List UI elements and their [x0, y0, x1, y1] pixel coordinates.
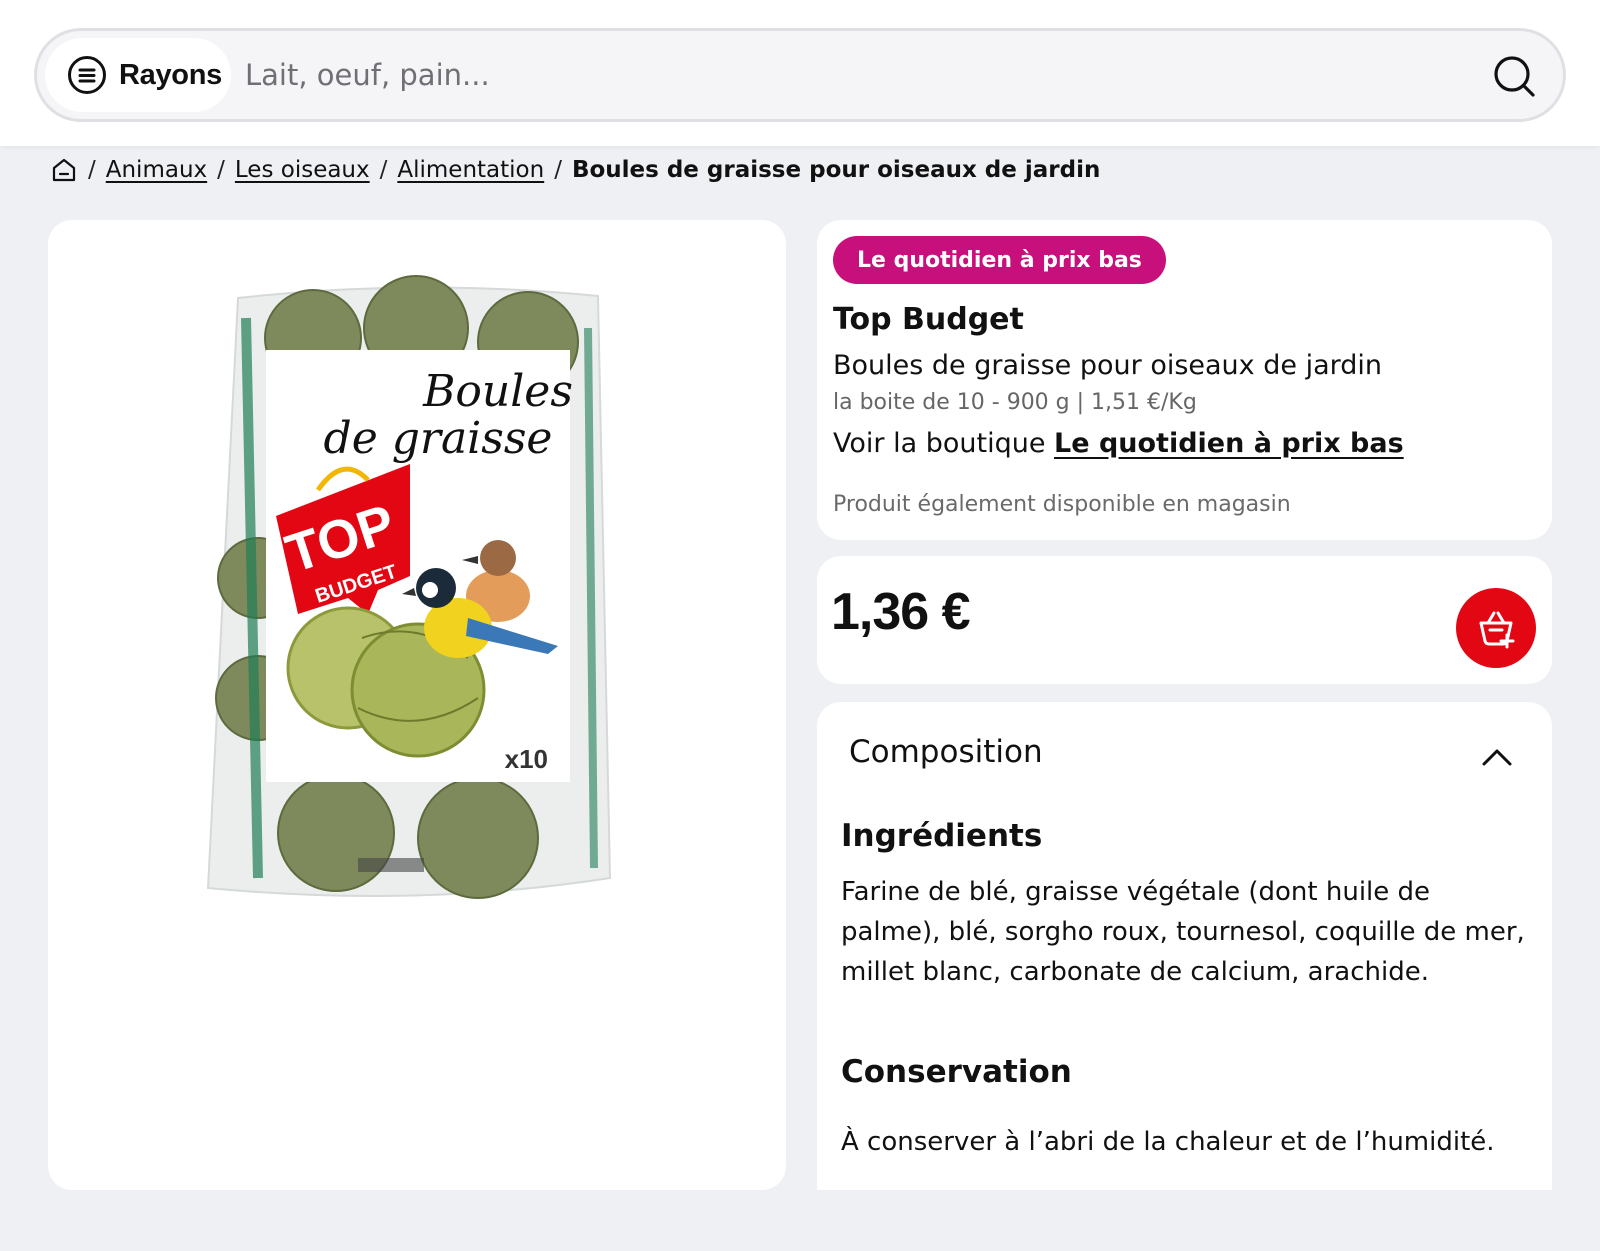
availability-text: Produit également disponible en magasin	[833, 492, 1291, 517]
chevron-up-icon	[1482, 749, 1512, 766]
product-quantity: la boite de 10 - 900 g | 1,51 €/Kg	[833, 390, 1197, 415]
search-icon[interactable]	[1491, 53, 1537, 99]
breadcrumb-link-oiseaux[interactable]: Les oiseaux	[235, 157, 370, 183]
breadcrumb-current: Boules de graisse pour oiseaux de jardin	[571, 157, 1101, 183]
breadcrumb-link-animaux[interactable]: Animaux	[106, 157, 207, 183]
conservation-text: À conserver à l’abri de la chaleur et de…	[841, 1127, 1495, 1157]
add-to-cart-button[interactable]	[1456, 588, 1536, 668]
product-image[interactable]: Boules de graisse TOP BUDGET x10	[198, 258, 638, 918]
composition-toggle[interactable]: Composition	[817, 702, 1552, 810]
product-brand: Top Budget	[833, 302, 1024, 337]
rayons-label: Rayons	[119, 58, 222, 91]
conservation-title: Conservation	[841, 1054, 1072, 1090]
product-name: Boules de graisse pour oiseaux de jardin	[833, 350, 1382, 381]
breadcrumb-separator: /	[554, 157, 562, 183]
rayons-button[interactable]: Rayons	[45, 38, 231, 112]
breadcrumb-separator: /	[217, 157, 225, 183]
breadcrumb-separator: /	[379, 157, 388, 183]
breadcrumb-link-alimentation[interactable]: Alimentation	[397, 157, 544, 183]
home-icon[interactable]	[50, 156, 78, 184]
product-image-card: Boules de graisse TOP BUDGET x10	[48, 220, 786, 1190]
product-info-card: Le quotidien à prix bas Top Budget Boule…	[817, 220, 1552, 540]
breadcrumb-separator: /	[88, 157, 96, 183]
ingredients-text: Farine de blé, graisse végétale (dont hu…	[841, 877, 1525, 987]
composition-title: Composition	[849, 734, 1043, 770]
price-card: 1,36 €	[817, 556, 1552, 684]
shop-link[interactable]: Le quotidien à prix bas	[1054, 428, 1404, 459]
cart-add-icon	[1479, 611, 1515, 649]
composition-card: Composition Ingrédients Farine de blé, g…	[817, 702, 1552, 1190]
menu-icon	[68, 56, 106, 94]
top-header: Rayons	[0, 0, 1600, 146]
breadcrumb: / Animaux / Les oiseaux / Alimentation /…	[50, 150, 1100, 190]
package-title-line2: de graisse	[324, 413, 553, 464]
product-price: 1,36 €	[831, 583, 971, 641]
search-bar: Rayons	[34, 28, 1566, 122]
promo-badge[interactable]: Le quotidien à prix bas	[833, 236, 1166, 284]
count-label: x10	[505, 744, 548, 774]
shop-line: Voir la boutique Le quotidien à prix bas	[833, 428, 1404, 459]
search-input[interactable]	[245, 49, 1425, 101]
package-title-line1: Boules	[422, 366, 573, 417]
shop-prefix: Voir la boutique	[833, 428, 1046, 459]
ingredients-title: Ingrédients	[841, 818, 1043, 854]
